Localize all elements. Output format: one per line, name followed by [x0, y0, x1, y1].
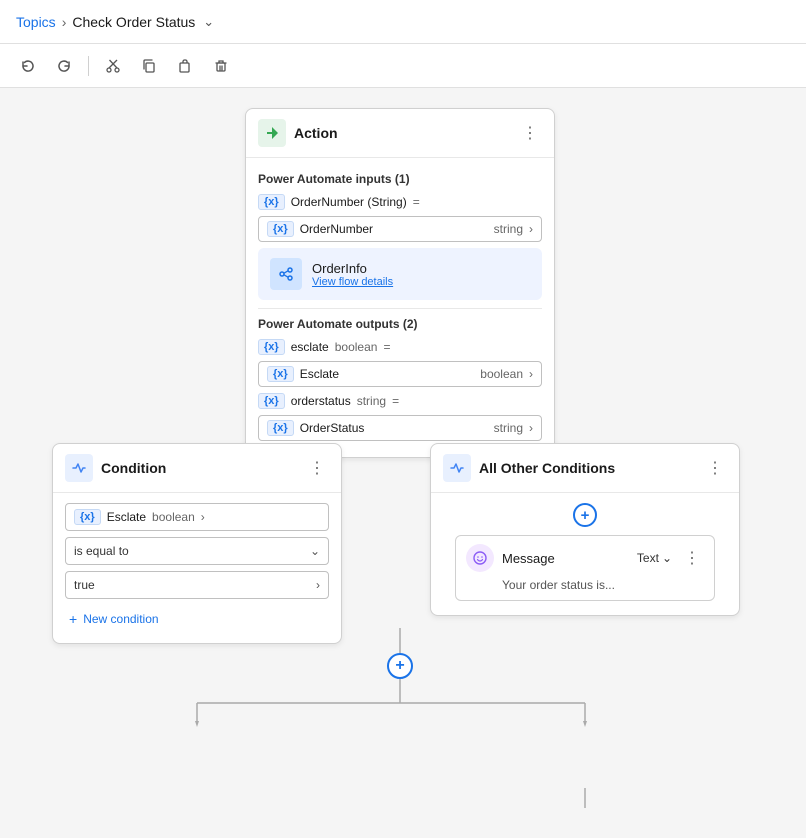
- condition-esclate-row[interactable]: {x} Esclate boolean ›: [65, 503, 329, 531]
- order-number-value: OrderNumber: [300, 222, 488, 236]
- all-other-conditions-node: All Other Conditions ⋮ + Message Text ⌄: [430, 443, 740, 616]
- condition-icon: [65, 454, 93, 482]
- esclate-input-row[interactable]: {x} Esclate boolean ›: [258, 361, 542, 387]
- message-type-chevron-icon: ⌄: [662, 551, 672, 565]
- orderstatus-input-row[interactable]: {x} OrderStatus string ›: [258, 415, 542, 441]
- orderstatus-badge: {x}: [267, 420, 294, 436]
- other-node-title: All Other Conditions: [479, 460, 695, 476]
- canvas: Action ⋮ Power Automate inputs (1) {x} O…: [0, 88, 806, 838]
- esclate-badge: {x}: [267, 366, 294, 382]
- other-condition-icon: [443, 454, 471, 482]
- esclate-chevron-icon: ›: [529, 367, 533, 381]
- condition-node-header: Condition ⋮: [53, 444, 341, 493]
- condition-node: Condition ⋮ {x} Esclate boolean › is equ…: [52, 443, 342, 644]
- condition-esclate-type: boolean: [152, 510, 195, 524]
- output1-eq: =: [383, 340, 390, 354]
- true-value-row[interactable]: true ›: [65, 571, 329, 599]
- input-var-badge: {x}: [258, 194, 285, 210]
- flow-icon: [270, 258, 302, 290]
- is-equal-to-dropdown[interactable]: is equal to ⌄: [65, 537, 329, 565]
- flow-info-text: OrderInfo View flow details: [312, 261, 393, 288]
- toolbar: [0, 44, 806, 88]
- flow-info-box: OrderInfo View flow details: [258, 248, 542, 300]
- order-number-type: string: [494, 222, 523, 236]
- input-var-row: {x} OrderNumber (String) =: [258, 194, 542, 210]
- orderstatus-type: string: [494, 421, 523, 435]
- pa-outputs-label: Power Automate outputs (2): [258, 317, 542, 331]
- pa-inputs-label: Power Automate inputs (1): [258, 172, 542, 186]
- output2-var-row: {x} orderstatus string =: [258, 393, 542, 409]
- condition-esclate-name: Esclate: [107, 510, 146, 524]
- add-node-button[interactable]: +: [387, 653, 413, 679]
- output2-type: string: [357, 394, 386, 408]
- other-node-body: + Message Text ⌄ ⋮ Your order status is.…: [431, 493, 739, 615]
- action-icon: [258, 119, 286, 147]
- message-type-text: Text: [637, 551, 659, 565]
- condition-node-body: {x} Esclate boolean › is equal to ⌄ true…: [53, 493, 341, 643]
- section-divider: [258, 308, 542, 309]
- plus-icon: +: [69, 611, 77, 627]
- paste-button[interactable]: [169, 50, 201, 82]
- delete-button[interactable]: [205, 50, 237, 82]
- message-icon: [466, 544, 494, 572]
- condition-badge: {x}: [74, 509, 101, 525]
- output2-eq: =: [392, 394, 399, 408]
- output1-type: boolean: [335, 340, 378, 354]
- new-condition-button[interactable]: + New condition: [65, 605, 163, 633]
- breadcrumb-chevron-icon[interactable]: ⌄: [203, 14, 214, 30]
- orderstatus-value: OrderStatus: [300, 421, 488, 435]
- cut-button[interactable]: [97, 50, 129, 82]
- redo-button[interactable]: [48, 50, 80, 82]
- message-menu-button[interactable]: ⋮: [680, 546, 704, 570]
- order-number-chevron-icon: ›: [529, 222, 533, 236]
- output1-name: esclate: [291, 340, 329, 354]
- condition-title: Condition: [101, 460, 297, 476]
- topbar: Topics › Check Order Status ⌄: [0, 0, 806, 44]
- other-add-node-button[interactable]: +: [573, 503, 597, 527]
- esclate-type: boolean: [480, 367, 523, 381]
- flow-name: OrderInfo: [312, 261, 393, 276]
- toolbar-divider: [88, 56, 89, 76]
- action-title: Action: [294, 125, 510, 141]
- breadcrumb-separator: ›: [62, 14, 67, 30]
- topics-link[interactable]: Topics: [16, 14, 56, 30]
- breadcrumb: Topics › Check Order Status ⌄: [16, 14, 214, 30]
- message-type-dropdown[interactable]: Text ⌄: [637, 551, 672, 565]
- other-node-header: All Other Conditions ⋮: [431, 444, 739, 493]
- action-menu-button[interactable]: ⋮: [518, 121, 542, 145]
- action-node-body: Power Automate inputs (1) {x} OrderNumbe…: [246, 158, 554, 457]
- orderstatus-chevron-icon: ›: [529, 421, 533, 435]
- undo-button[interactable]: [12, 50, 44, 82]
- is-equal-chevron-icon: ⌄: [310, 544, 320, 558]
- output1-badge: {x}: [258, 339, 285, 355]
- message-label: Message: [502, 551, 629, 566]
- action-node: Action ⋮ Power Automate inputs (1) {x} O…: [245, 108, 555, 458]
- true-chevron-icon: ›: [316, 578, 320, 592]
- is-equal-label: is equal to: [74, 544, 129, 558]
- input-var-name: OrderNumber (String): [291, 195, 407, 209]
- order-number-input-row[interactable]: {x} OrderNumber string ›: [258, 216, 542, 242]
- action-node-header: Action ⋮: [246, 109, 554, 158]
- view-flow-details-link[interactable]: View flow details: [312, 276, 393, 288]
- output2-badge: {x}: [258, 393, 285, 409]
- esclate-value: Esclate: [300, 367, 475, 381]
- order-number-badge: {x}: [267, 221, 294, 237]
- true-value: true: [74, 578, 95, 592]
- output1-var-row: {x} esclate boolean =: [258, 339, 542, 355]
- message-content: Your order status is...: [466, 578, 704, 592]
- other-node-menu-button[interactable]: ⋮: [703, 456, 727, 480]
- breadcrumb-current: Check Order Status: [72, 14, 195, 30]
- condition-esclate-chevron-icon: ›: [201, 510, 205, 524]
- output2-name: orderstatus: [291, 394, 351, 408]
- copy-button[interactable]: [133, 50, 165, 82]
- input-var-eq: =: [413, 195, 420, 209]
- message-header: Message Text ⌄ ⋮: [466, 544, 704, 572]
- message-box: Message Text ⌄ ⋮ Your order status is...: [455, 535, 715, 601]
- condition-menu-button[interactable]: ⋮: [305, 456, 329, 480]
